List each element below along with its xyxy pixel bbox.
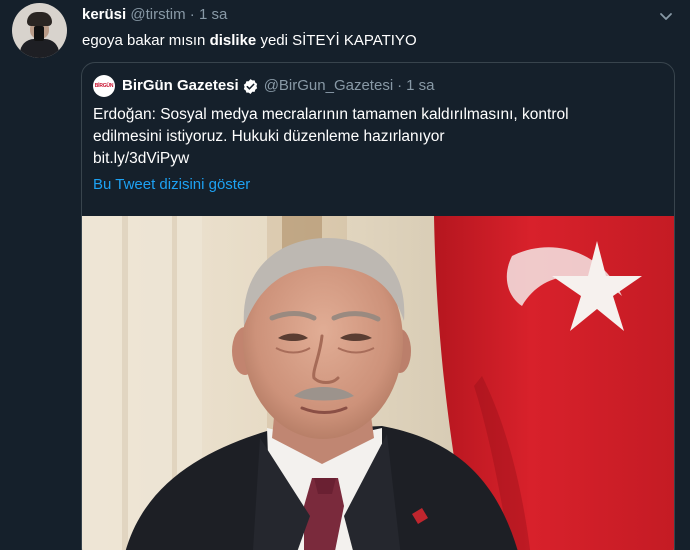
author-handle[interactable]: @tirstim bbox=[130, 6, 185, 23]
quoted-tweet-text: Erdoğan: Sosyal medya mecralarının tamam… bbox=[93, 104, 663, 170]
tweet-time[interactable]: 1 sa bbox=[199, 6, 227, 23]
separator-dot: · bbox=[189, 6, 195, 23]
tweet-header: kerüsi @tirstim · 1 sa bbox=[82, 5, 227, 25]
author-name[interactable]: kerüsi bbox=[82, 6, 126, 23]
quoted-separator-dot: · bbox=[397, 77, 403, 94]
quoted-author-handle[interactable]: @BirGun_Gazetesi bbox=[264, 75, 393, 97]
tweet-text-end: yedi SİTEYİ KAPATIYO bbox=[256, 32, 417, 49]
avatar[interactable] bbox=[12, 3, 67, 58]
tweet-text: egoya bakar mısın dislike yedi SİTEYİ KA… bbox=[82, 31, 417, 51]
tweet-text-bold: dislike bbox=[209, 32, 257, 49]
chevron-down-icon[interactable] bbox=[656, 6, 676, 26]
quoted-text-line: edilmesini istiyoruz. Hukuki düzenleme h… bbox=[93, 128, 445, 145]
quoted-link[interactable]: bit.ly/3dViPyw bbox=[93, 148, 663, 170]
verified-badge-icon bbox=[243, 78, 257, 94]
quoted-tweet[interactable]: BİRGÜN BirGün Gazetesi @BirGun_Gazetesi … bbox=[81, 62, 675, 550]
quoted-tweet-time[interactable]: 1 sa bbox=[406, 75, 434, 97]
show-thread-link[interactable]: Bu Tweet dizisini göster bbox=[93, 176, 250, 193]
news-photo[interactable] bbox=[82, 216, 675, 550]
quoted-author-name[interactable]: BirGün Gazetesi bbox=[122, 75, 239, 97]
quoted-tweet-header: BİRGÜN BirGün Gazetesi @BirGun_Gazetesi … bbox=[93, 75, 435, 97]
newspaper-logo[interactable]: BİRGÜN bbox=[93, 75, 115, 97]
quoted-text-line: Erdoğan: Sosyal medya mecralarının tamam… bbox=[93, 106, 569, 123]
tweet[interactable]: kerüsi @tirstim · 1 sa egoya bakar mısın… bbox=[0, 0, 690, 550]
tweet-text-start: egoya bakar mısın bbox=[82, 32, 210, 49]
